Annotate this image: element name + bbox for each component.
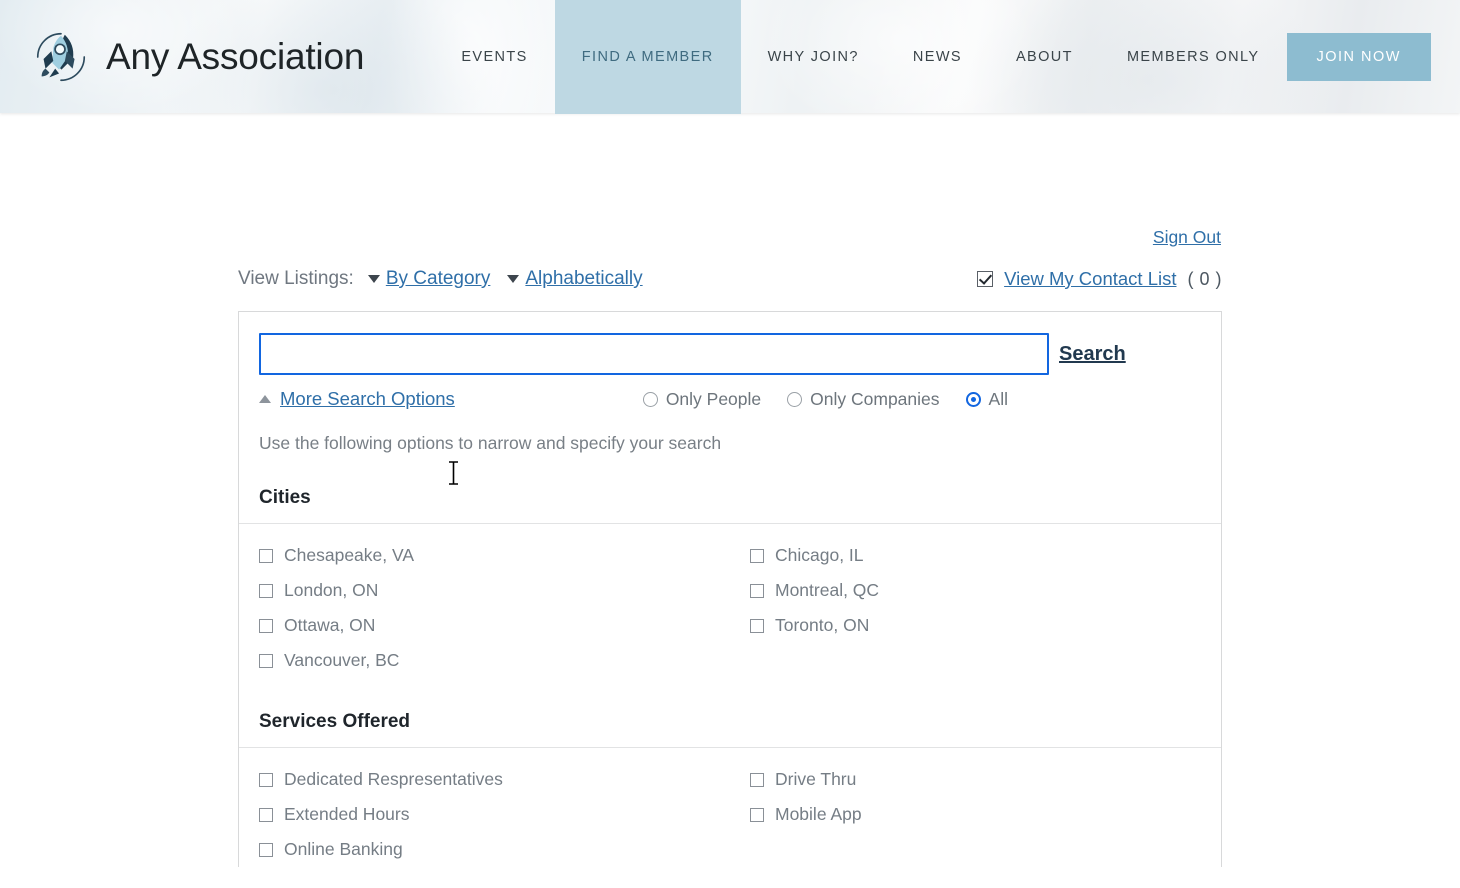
checkbox-icon[interactable] [259,773,273,787]
join-now-button[interactable]: JOIN NOW [1287,33,1432,81]
view-by-category-group[interactable]: By Category [368,268,491,290]
contact-list-count: ( 0 ) [1187,269,1222,290]
join-now-wrapper: JOIN NOW [1287,0,1460,113]
checkbox-row-toronto-on[interactable]: Toronto, ON [750,608,1201,643]
checkbox-row-vancouver-bc[interactable]: Vancouver, BC [259,643,730,678]
scope-only-companies-label: Only Companies [810,389,939,410]
search-button[interactable]: Search [1059,343,1126,366]
caret-down-icon [368,275,380,283]
cities-left-column: Chesapeake, VA London, ON Ottawa, ON [259,538,730,678]
more-search-options-group[interactable]: More Search Options [259,388,455,410]
checkbox-row-chesapeake-va[interactable]: Chesapeake, VA [259,538,730,573]
filter-group-services-offered: Dedicated Respresentatives Extended Hour… [259,748,1201,867]
nav-item-find-a-member[interactable]: FIND A MEMBER [555,0,741,114]
brand-name: Any Association [106,36,364,78]
checkbox-label: Chesapeake, VA [284,545,414,566]
nav-item-members-only[interactable]: MEMBERS ONLY [1100,0,1287,113]
checkbox-row-montreal-qc[interactable]: Montreal, QC [750,573,1201,608]
site-header: Any Association EVENTS FIND A MEMBER WHY… [0,0,1460,113]
checkbox-icon[interactable] [259,584,273,598]
radio-icon [787,392,802,407]
checkbox-icon[interactable] [259,654,273,668]
search-options-row: More Search Options Only People Only Com… [259,388,1201,410]
checkbox-label: Drive Thru [775,769,856,790]
checkbox-icon[interactable] [750,808,764,822]
checkbox-icon[interactable] [750,619,764,633]
nav-item-events[interactable]: EVENTS [434,0,554,113]
checkbox-row-online-banking[interactable]: Online Banking [259,832,730,867]
scope-all[interactable]: All [966,389,1008,410]
checkbox-label: Mobile App [775,804,862,825]
caret-down-icon [507,275,519,283]
checkbox-row-dedicated-representatives[interactable]: Dedicated Respresentatives [259,762,730,797]
main-navigation: EVENTS FIND A MEMBER WHY JOIN? NEWS ABOU… [434,0,1460,113]
cities-right-column: Chicago, IL Montreal, QC Toronto, ON [730,538,1201,678]
radio-selected-icon [966,392,981,407]
search-row: Search [259,333,1201,375]
scope-only-people-label: Only People [666,389,761,410]
nav-item-why-join[interactable]: WHY JOIN? [741,0,886,113]
checkbox-icon[interactable] [259,619,273,633]
view-alphabetically-group[interactable]: Alphabetically [507,268,642,290]
view-contact-list-link[interactable]: View My Contact List [1004,268,1176,290]
caret-up-icon [259,395,271,403]
services-left-column: Dedicated Respresentatives Extended Hour… [259,762,730,867]
checkbox-icon[interactable] [259,843,273,857]
sign-out-link[interactable]: Sign Out [1153,227,1221,248]
checkbox-icon[interactable] [259,808,273,822]
checkbox-row-extended-hours[interactable]: Extended Hours [259,797,730,832]
contact-list-block: View My Contact List ( 0 ) [977,268,1222,290]
checkbox-label: Dedicated Respresentatives [284,769,503,790]
search-hint-text: Use the following options to narrow and … [259,433,1201,454]
checkbox-icon[interactable] [259,549,273,563]
checkbox-icon[interactable] [750,773,764,787]
filter-section-title-cities: Cities [259,487,1201,523]
nav-item-about[interactable]: ABOUT [989,0,1100,113]
page-body: Sign Out View Listings: By Category Alph… [0,113,1460,867]
search-scope-radio-group: Only People Only Companies All [643,389,1008,410]
view-listings-bar: View Listings: By Category Alphabeticall… [238,268,1222,300]
view-contact-list-checkbox[interactable] [977,271,993,287]
checkbox-label: Toronto, ON [775,615,869,636]
search-panel: Search More Search Options Only People [238,311,1222,867]
view-by-category-link[interactable]: By Category [386,268,491,290]
checkbox-label: Chicago, IL [775,545,864,566]
filter-group-cities: Chesapeake, VA London, ON Ottawa, ON [259,524,1201,678]
services-right-column: Drive Thru Mobile App [730,762,1201,867]
scope-only-companies[interactable]: Only Companies [787,389,939,410]
content-container: Sign Out View Listings: By Category Alph… [238,113,1222,867]
checkbox-row-drive-thru[interactable]: Drive Thru [750,762,1201,797]
radio-icon [643,392,658,407]
rocket-icon [30,26,92,88]
checkbox-row-ottawa-on[interactable]: Ottawa, ON [259,608,730,643]
checkbox-row-mobile-app[interactable]: Mobile App [750,797,1201,832]
checkbox-icon[interactable] [750,549,764,563]
more-search-options-link[interactable]: More Search Options [280,388,455,410]
checkbox-label: London, ON [284,580,378,601]
checkbox-label: Vancouver, BC [284,650,399,671]
view-listings-label: View Listings: [238,268,354,290]
checkbox-icon[interactable] [750,584,764,598]
scope-only-people[interactable]: Only People [643,389,761,410]
checkbox-label: Online Banking [284,839,403,860]
checkbox-row-chicago-il[interactable]: Chicago, IL [750,538,1201,573]
search-panel-inner: Search More Search Options Only People [239,312,1221,867]
nav-item-news[interactable]: NEWS [886,0,989,113]
signout-row: Sign Out [238,227,1222,248]
view-alphabetically-link[interactable]: Alphabetically [525,268,642,290]
search-input[interactable] [259,333,1049,375]
checkbox-label: Extended Hours [284,804,410,825]
filter-section-title-services-offered: Services Offered [259,711,1201,747]
scope-all-label: All [989,389,1008,410]
checkbox-row-london-on[interactable]: London, ON [259,573,730,608]
brand-logo-link[interactable]: Any Association [0,0,434,113]
checkbox-label: Montreal, QC [775,580,879,601]
checkbox-label: Ottawa, ON [284,615,375,636]
